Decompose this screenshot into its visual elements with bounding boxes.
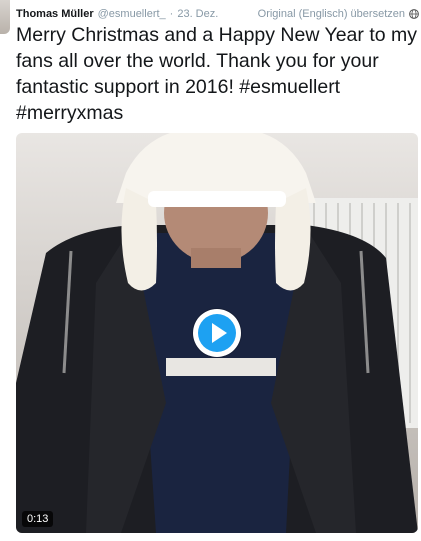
author-handle[interactable]: @esmuellert_ [98,8,166,20]
avatar[interactable] [0,0,10,34]
tweet-text: Merry Christmas and a Happy New Year to … [16,24,417,124]
play-icon [198,314,236,352]
tweet-header: Thomas Müller @esmuellert_ · 23. Dez. Or… [16,5,419,23]
tweet-date[interactable]: 23. Dez. [177,8,218,20]
video-player[interactable]: 0:13 [16,133,418,533]
globe-icon[interactable] [409,9,419,19]
play-button[interactable] [193,309,241,357]
author-name[interactable]: Thomas Müller [16,8,94,20]
translate-link[interactable]: Original (Englisch) übersetzen [258,8,405,20]
video-duration: 0:13 [22,511,54,527]
separator: · [169,8,174,20]
